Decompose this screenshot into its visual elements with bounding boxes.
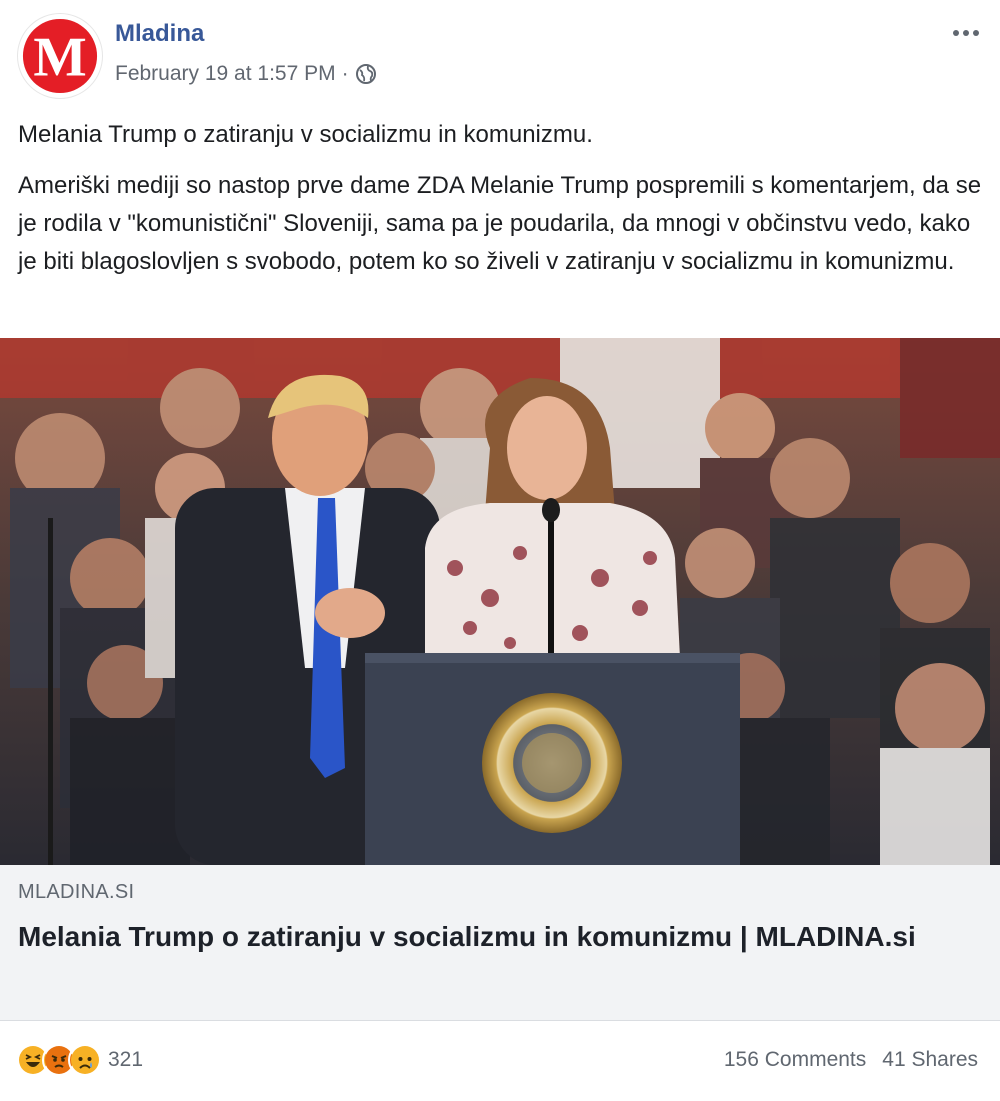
post-timestamp[interactable]: February 19 at 1:57 PM	[115, 62, 336, 86]
post-headline: Melania Trump o zatiranju v socializmu i…	[18, 121, 593, 148]
reaction-count: 321	[108, 1048, 144, 1071]
facebook-post: M Mladina February 19 at 1:57 PM · Melan…	[0, 0, 1000, 1101]
post-photo[interactable]	[0, 338, 1000, 865]
page-name-link[interactable]: Mladina	[115, 20, 204, 48]
comments-count-link[interactable]: 156 Comments	[724, 1048, 866, 1072]
svg-text:M: M	[33, 27, 86, 89]
more-options-icon[interactable]	[948, 22, 984, 44]
link-title[interactable]: Melania Trump o zatiranju v socializmu i…	[18, 917, 978, 957]
link-preview-card[interactable]: MLADINA.SI Melania Trump o zatiranju v s…	[0, 865, 1000, 1021]
mladina-logo: M	[22, 18, 98, 94]
link-domain: MLADINA.SI	[18, 881, 135, 903]
post-meta: February 19 at 1:57 PM ·	[115, 62, 377, 86]
reactions-summary[interactable]: 321	[16, 1043, 143, 1077]
engagement-counts: 156 Comments 41 Shares	[724, 1048, 978, 1072]
shares-count-link[interactable]: 41 Shares	[882, 1048, 978, 1072]
post-body-text: Ameriški mediji so nastop prve dame ZDA …	[18, 172, 982, 275]
post-footer: 321 156 Comments 41 Shares	[0, 1021, 1000, 1101]
page-avatar[interactable]: M	[17, 13, 103, 99]
sad-icon	[68, 1043, 102, 1077]
meta-separator: ·	[341, 62, 349, 85]
globe-icon[interactable]	[355, 63, 377, 85]
